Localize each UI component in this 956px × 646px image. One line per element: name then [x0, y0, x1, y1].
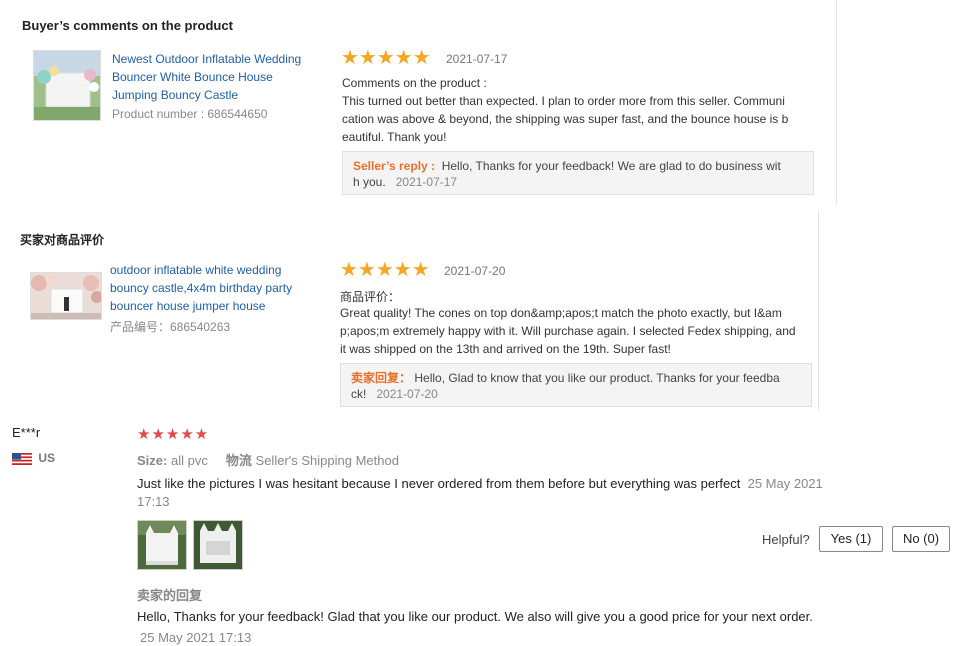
- comment-line: eautiful. Thank you!: [342, 130, 447, 144]
- rating-stars: ★★★★★: [340, 259, 430, 281]
- review-date: 25 May 2021: [747, 476, 823, 491]
- seller-reply-box: Seller’s reply : Hello, Thanks for your …: [342, 151, 814, 195]
- product-title-line[interactable]: Jumping Bouncy Castle: [112, 86, 327, 104]
- seller-reply-text-cont: ck!: [351, 387, 367, 401]
- seller-reply-text: Hello, Thanks for your feedback! We are …: [441, 159, 781, 173]
- product-title-line[interactable]: Bouncer White Bounce House: [112, 68, 327, 86]
- product-title-line[interactable]: bouncy castle,4x4m birthday party: [110, 279, 330, 297]
- seller-reply: Seller’s reply : Hello, Thanks for your …: [353, 158, 805, 190]
- seller-reply-label: Seller’s reply :: [353, 159, 436, 173]
- review-time: 17:13: [137, 494, 170, 509]
- helpful-no-button[interactable]: No (0): [892, 526, 950, 552]
- comment-label: Comments on the product :: [342, 76, 487, 90]
- rating-stars: ★★★★★: [341, 47, 431, 69]
- reviewer-country: US: [12, 451, 55, 465]
- comment-text: This turned out better than expected. I …: [342, 92, 818, 146]
- comment-line: it was shipped on the 13th and arrived o…: [340, 342, 671, 356]
- seller-reply-date: 25 May 2021 17:13: [140, 630, 252, 645]
- review-attributes: Size: all pvc 物流 Seller's Shipping Metho…: [137, 450, 399, 469]
- helpful-yes-button[interactable]: Yes (1): [819, 526, 883, 552]
- logistics-value: Seller's Shipping Method: [255, 453, 399, 468]
- product-title-line[interactable]: bouncer house jumper house: [110, 297, 330, 315]
- review-panel-3: E***r US ★★★★★ Size: all pvc 物流 Seller's…: [0, 418, 956, 646]
- review-comment: Just like the pictures I was hesitant be…: [137, 475, 837, 511]
- review-photo[interactable]: [193, 520, 243, 570]
- seller-reply-text: Hello, Glad to know that you like our pr…: [414, 371, 780, 385]
- comment-text: Just like the pictures I was hesitant be…: [137, 476, 741, 491]
- helpful-label: Helpful?: [762, 532, 810, 547]
- country-code: US: [38, 451, 56, 465]
- comment-label: 商品评价：: [340, 290, 401, 304]
- product-thumbnail[interactable]: [30, 272, 102, 320]
- product-title-line[interactable]: Newest Outdoor Inflatable Wedding: [112, 50, 327, 68]
- seller-reply-label: 卖家回复：: [351, 371, 412, 385]
- comment-line: p;apos;m extremely happy with it. Will p…: [340, 324, 796, 338]
- product-thumbnail[interactable]: [33, 50, 101, 121]
- seller-reply-heading: 卖家的回复: [137, 588, 203, 603]
- review-date: 2021-07-17: [446, 52, 508, 66]
- product-title-link[interactable]: outdoor inflatable white wedding bouncy …: [110, 261, 330, 315]
- review-photo[interactable]: [137, 520, 187, 570]
- product-number: 产品编号：686540263: [110, 320, 231, 334]
- section-title: Buyer’s comments on the product: [22, 18, 233, 33]
- seller-reply-text: Hello, Thanks for your feedback! Glad th…: [137, 609, 813, 624]
- review-panel-2: 买家对商品评价 outdoor inflatable white wedding…: [10, 210, 819, 410]
- review-panel-1: Buyer’s comments on the product Newest O…: [10, 0, 837, 205]
- rating-stars: ★★★★★: [137, 426, 210, 443]
- product-title-line[interactable]: outdoor inflatable white wedding: [110, 261, 330, 279]
- comment-line: This turned out better than expected. I …: [342, 94, 785, 108]
- comment-line: cation was above & beyond, the shipping …: [342, 112, 789, 126]
- comment-text: Great quality! The cones on top don&amp;…: [340, 304, 818, 358]
- reviewer-name: E***r: [12, 425, 41, 440]
- size-label: Size:: [137, 453, 168, 468]
- seller-reply-date: 2021-07-20: [376, 387, 438, 401]
- seller-reply-date: 2021-07-17: [395, 175, 458, 189]
- comment-line: Great quality! The cones on top don&amp;…: [340, 306, 782, 320]
- section-title: 买家对商品评价: [20, 233, 105, 247]
- seller-reply: 卖家回复： Hello, Glad to know that you like …: [351, 370, 803, 402]
- product-number: Product number : 686544650: [112, 107, 268, 121]
- product-title-link[interactable]: Newest Outdoor Inflatable Wedding Bounce…: [112, 50, 327, 104]
- seller-reply-text-cont: h you.: [353, 175, 386, 189]
- size-value: all pvc: [170, 453, 208, 468]
- logistics-label: 物流: [225, 453, 252, 468]
- review-date: 2021-07-20: [444, 264, 506, 278]
- us-flag-icon: [12, 452, 32, 465]
- seller-reply-box: 卖家回复： Hello, Glad to know that you like …: [340, 363, 812, 407]
